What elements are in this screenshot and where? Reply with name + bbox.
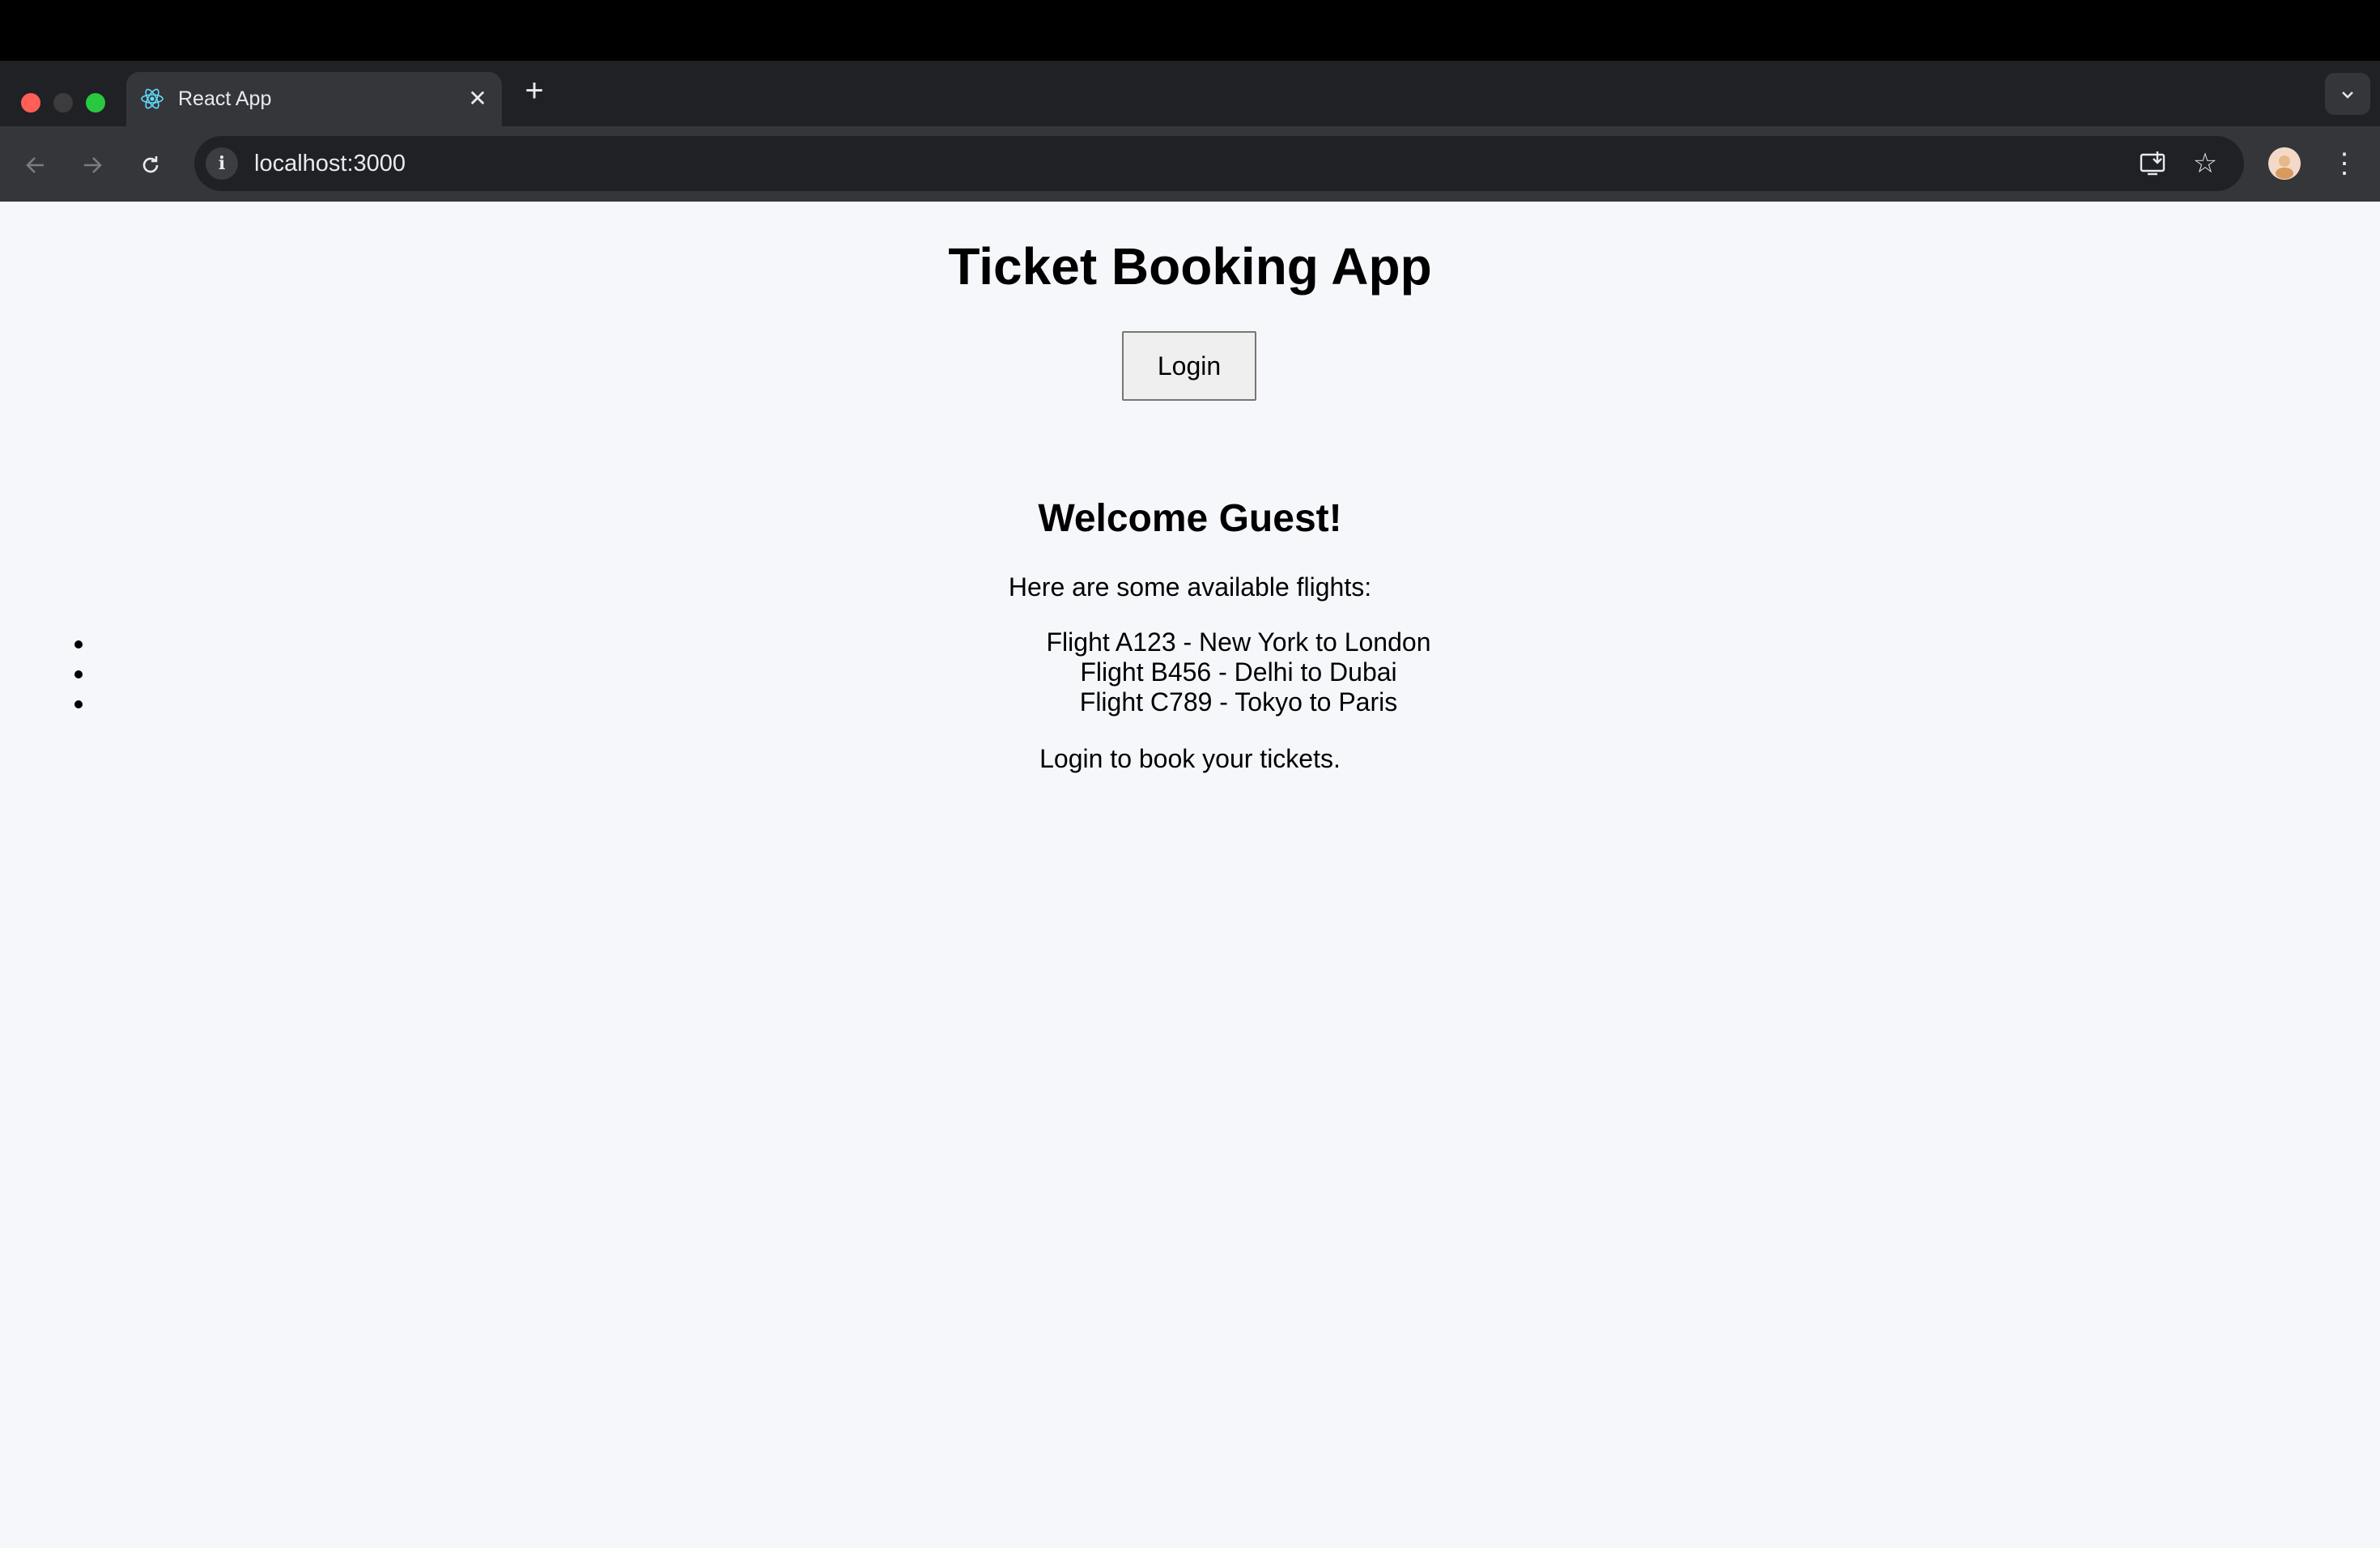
os-menu-bar	[0, 0, 2380, 61]
avatar[interactable]	[2268, 147, 2301, 180]
react-logo-icon	[141, 88, 164, 109]
address-bar[interactable]: i localhost:3000 ☆	[194, 136, 2244, 191]
flight-label: Flight C789 - Tokyo to Paris	[1079, 687, 1398, 717]
list-item: Flight B456 - Delhi to Dubai	[0, 657, 2380, 687]
kebab-menu-icon[interactable]: ⋮	[2328, 146, 2361, 181]
install-app-icon[interactable]	[2137, 147, 2170, 180]
chevron-down-icon[interactable]	[2325, 73, 2370, 115]
window-zoom-button[interactable]	[86, 93, 105, 113]
reload-icon[interactable]	[133, 146, 168, 181]
page-title: Ticket Booking App	[948, 237, 1432, 296]
flight-label: Flight A123 - New York to London	[1046, 627, 1431, 657]
tab-strip: React App ✕ +	[0, 61, 2380, 126]
flight-list: Flight A123 - New York to London Flight …	[0, 627, 2380, 717]
url-text[interactable]: localhost:3000	[254, 149, 406, 178]
arrow-right-icon[interactable]	[74, 146, 110, 181]
bullet	[74, 670, 83, 678]
list-item: Flight A123 - New York to London	[0, 627, 2380, 657]
window-close-button[interactable]	[21, 93, 40, 113]
browser-toolbar: i localhost:3000 ☆ ⋮	[0, 126, 2380, 202]
flight-label: Flight B456 - Delhi to Dubai	[1080, 657, 1397, 687]
plus-icon[interactable]: +	[518, 74, 550, 108]
page-content: Ticket Booking App Login Welcome Guest! …	[0, 202, 2380, 1548]
browser-tab[interactable]: React App ✕	[126, 72, 502, 126]
bullet	[74, 640, 83, 649]
arrow-left-icon[interactable]	[18, 146, 53, 181]
window-minimize-button[interactable]	[53, 93, 73, 113]
login-button[interactable]: Login	[1122, 331, 1256, 401]
star-icon[interactable]: ☆	[2189, 147, 2221, 180]
welcome-heading: Welcome Guest!	[1038, 497, 1342, 540]
list-item: Flight C789 - Tokyo to Paris	[0, 687, 2380, 717]
login-prompt: Login to book your tickets.	[1039, 744, 1341, 773]
info-icon[interactable]: i	[206, 147, 238, 180]
tab-title: React App	[178, 87, 272, 110]
flights-intro: Here are some available flights:	[1008, 572, 1372, 602]
close-icon[interactable]: ✕	[465, 86, 491, 112]
bullet	[74, 700, 83, 708]
